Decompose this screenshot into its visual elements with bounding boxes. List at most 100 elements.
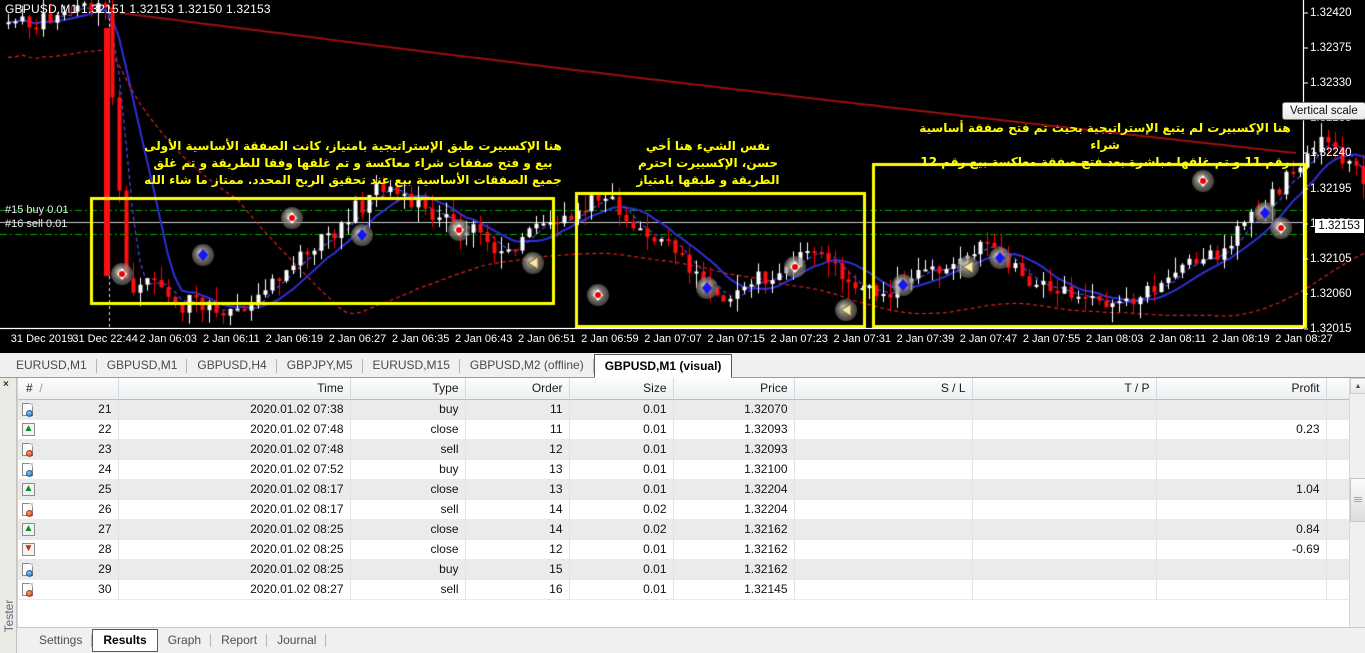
chart-title: GBPUSD,M1 1.32151 1.32153 1.32150 1.3215… (5, 2, 271, 16)
column-header[interactable]: Type (350, 378, 465, 399)
table-row[interactable]: 302020.01.02 08:27sell160.011.32145 (18, 579, 1365, 599)
tester-gutter: × Tester (0, 378, 17, 653)
cell-time: 2020.01.02 08:17 (118, 479, 350, 499)
cell-price: 1.32162 (673, 539, 794, 559)
chart-tab-bar[interactable]: EURUSD,M1GBPUSD,M1GBPUSD,H4GBPJPY,M5EURU… (0, 353, 1365, 378)
cell-sl (794, 519, 972, 539)
tester-panel-label: Tester (2, 594, 16, 638)
chart-tab-gbpusd-m1-visual[interactable]: GBPUSD,M1 (visual) (594, 354, 733, 378)
cell-tp (972, 539, 1156, 559)
table-row[interactable]: 232020.01.02 07:48sell120.011.32093 (18, 439, 1365, 459)
column-header[interactable]: Order (465, 378, 569, 399)
cell-size: 0.01 (569, 539, 673, 559)
column-header[interactable]: S / L (794, 378, 972, 399)
cell-size: 0.01 (569, 559, 673, 579)
cell-time: 2020.01.02 07:48 (118, 439, 350, 459)
cell-sl (794, 459, 972, 479)
tick-dash (1304, 13, 1308, 14)
tester-body: # /TimeTypeOrderSizePriceS / LT / PProfi… (17, 378, 1365, 653)
vertical-price-scale[interactable]: 1.324201.323751.323301.322851.322401.321… (1303, 0, 1365, 328)
column-header[interactable]: Profit (1156, 378, 1326, 399)
column-header[interactable]: # / (18, 378, 118, 399)
tick-dash (1304, 48, 1308, 49)
time-tick: 2 Jan 08:11 (1149, 333, 1206, 345)
tab-report[interactable]: Report (211, 630, 267, 651)
cell-price: 1.32070 (673, 399, 794, 419)
table-row[interactable]: 292020.01.02 08:25buy150.011.32162 (18, 559, 1365, 579)
chart-tab-gbpusd-m1[interactable]: GBPUSD,M1 (97, 355, 188, 377)
tab-graph[interactable]: Graph (158, 630, 211, 651)
cell-price: 1.32162 (673, 559, 794, 579)
results-table-container[interactable]: # /TimeTypeOrderSizePriceS / LT / PProfi… (17, 378, 1365, 627)
close-profit-icon: ▲ (22, 483, 35, 497)
time-tick: 2 Jan 07:07 (644, 333, 702, 345)
close-loss-icon: ▼ (22, 543, 35, 557)
row-index-cell: ▲27 (18, 519, 118, 539)
cell-order: 14 (465, 499, 569, 519)
cell-size: 0.01 (569, 419, 673, 439)
chart-tab-gbpjpy-m5[interactable]: GBPJPY,M5 (277, 355, 363, 377)
scroll-up-button[interactable]: ▲ (1350, 378, 1365, 394)
cell-tp (972, 459, 1156, 479)
time-tick: 31 Dec 2019 (11, 333, 73, 345)
order-buy-icon (22, 463, 35, 477)
column-header[interactable]: Price (673, 378, 794, 399)
row-number: 23 (98, 442, 111, 456)
table-row[interactable]: ▲222020.01.02 07:48close110.011.320930.2… (18, 419, 1365, 439)
cell-time: 2020.01.02 08:25 (118, 559, 350, 579)
cell-sl (794, 479, 972, 499)
cell-size: 0.02 (569, 499, 673, 519)
price-tick: 1.32420 (1310, 7, 1352, 19)
horizontal-time-scale[interactable]: 31 Dec 201931 Dec 22:442 Jan 06:032 Jan … (0, 328, 1303, 353)
cell-price: 1.32093 (673, 419, 794, 439)
table-row[interactable]: 242020.01.02 07:52buy130.011.32100 (18, 459, 1365, 479)
cell-profit (1156, 399, 1326, 419)
table-row[interactable]: ▼282020.01.02 08:25close120.011.32162-0.… (18, 539, 1365, 559)
time-tick: 2 Jan 07:55 (1023, 333, 1081, 345)
cell-size: 0.01 (569, 479, 673, 499)
annotation-middle: نفس الشيء هنا أخي حسن، الإكسبيرت احترم ا… (618, 138, 798, 189)
tick-dash (1304, 293, 1308, 294)
table-row[interactable]: 262020.01.02 08:17sell140.021.32204 (18, 499, 1365, 519)
tab-results[interactable]: Results (92, 629, 157, 652)
table-row[interactable]: ▲272020.01.02 08:25close140.021.321620.8… (18, 519, 1365, 539)
row-number: 25 (98, 482, 111, 496)
cell-profit: -0.69 (1156, 539, 1326, 559)
cell-type: close (350, 539, 465, 559)
cell-price: 1.32145 (673, 579, 794, 599)
results-vertical-scrollbar[interactable]: ▲ (1349, 378, 1365, 627)
table-row[interactable]: ▲252020.01.02 08:17close130.011.322041.0… (18, 479, 1365, 499)
results-table-header-row: # /TimeTypeOrderSizePriceS / LT / PProfi… (18, 378, 1365, 399)
column-header[interactable]: Time (118, 378, 350, 399)
cell-profit: 0.84 (1156, 519, 1326, 539)
cell-price: 1.32162 (673, 519, 794, 539)
tester-tab-bar[interactable]: SettingsResultsGraphReportJournal (17, 627, 1365, 653)
cell-type: buy (350, 559, 465, 579)
order-sell-icon (22, 443, 35, 457)
metatrader-window: GBPUSD,M1 1.32151 1.32153 1.32150 1.3215… (0, 0, 1365, 653)
chart-tab-eurusd-m1[interactable]: EURUSD,M1 (6, 355, 97, 377)
cell-price: 1.32204 (673, 479, 794, 499)
price-tick: 1.32105 (1310, 253, 1352, 265)
column-header[interactable]: Size (569, 378, 673, 399)
row-number: 26 (98, 502, 111, 516)
tab-settings[interactable]: Settings (29, 630, 92, 651)
chart-tab-gbpusd-m2-offline[interactable]: GBPUSD,M2 (offline) (460, 355, 594, 377)
price-chart[interactable]: GBPUSD,M1 1.32151 1.32153 1.32150 1.3215… (0, 0, 1365, 353)
cell-tp (972, 399, 1156, 419)
tab-journal[interactable]: Journal (267, 630, 326, 651)
tick-dash (1304, 83, 1308, 84)
close-icon[interactable]: × (3, 380, 9, 390)
scrollbar-thumb[interactable] (1350, 478, 1365, 522)
cell-tp (972, 419, 1156, 439)
order-buy-icon (22, 563, 35, 577)
tick-dash (1304, 188, 1308, 189)
cell-size: 0.01 (569, 399, 673, 419)
cell-type: sell (350, 579, 465, 599)
cell-time: 2020.01.02 07:52 (118, 459, 350, 479)
price-tick: 1.32375 (1310, 42, 1352, 54)
chart-tab-eurusd-m15[interactable]: EURUSD,M15 (363, 355, 460, 377)
table-row[interactable]: 212020.01.02 07:38buy110.011.32070 (18, 399, 1365, 419)
chart-tab-gbpusd-h4[interactable]: GBPUSD,H4 (187, 355, 276, 377)
column-header[interactable]: T / P (972, 378, 1156, 399)
